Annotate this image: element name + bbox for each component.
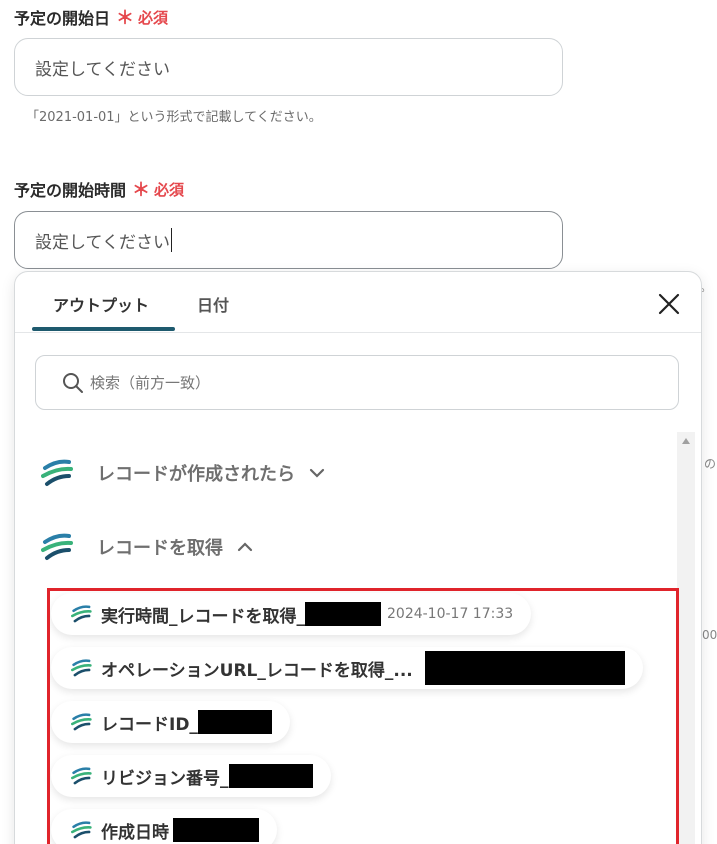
group-record-created[interactable]: レコードが作成されたら (41, 458, 325, 488)
search-input[interactable]: 検索（前方一致） (35, 355, 679, 410)
background-text-fragment: の (704, 457, 717, 471)
start-date-label: 予定の開始日 ＊ 必須 (14, 4, 168, 30)
start-date-label-text: 予定の開始日 (14, 9, 111, 28)
scroll-up-arrow-icon[interactable] (682, 438, 690, 444)
chevron-down-icon (309, 468, 325, 478)
variable-picker-popover: アウトプット 日付 検索（前方一致） レコードが作成されたら レコードを取得 実… (14, 271, 702, 844)
start-time-label-text: 予定の開始時間 (14, 181, 127, 200)
group-label: レコードを取得 (97, 538, 223, 559)
start-date-hint: 「2021-01-01」という形式で記載してください。 (26, 110, 322, 125)
start-time-input[interactable]: 設定してください (14, 211, 563, 269)
tab-bar: アウトプット 日付 (15, 272, 701, 333)
required-text: 必須 (138, 8, 169, 27)
required-text: 必須 (154, 180, 185, 199)
start-date-input[interactable]: 設定してください (14, 38, 563, 96)
start-date-placeholder: 設定してください (35, 59, 170, 80)
required-asterisk: ＊ (116, 8, 135, 29)
group-get-record[interactable]: レコードを取得 (41, 532, 253, 562)
highlight-box (47, 588, 679, 844)
search-placeholder: 検索（前方一致） (90, 374, 211, 392)
close-icon[interactable] (657, 292, 681, 316)
group-label: レコードが作成されたら (97, 464, 295, 485)
chevron-up-icon (237, 542, 253, 552)
tab-output[interactable]: アウトプット (53, 292, 149, 316)
text-caret (170, 228, 172, 252)
required-asterisk: ＊ (132, 180, 151, 201)
search-icon (63, 372, 83, 393)
start-time-value: 設定してください (35, 232, 170, 253)
active-tab-indicator (32, 327, 175, 331)
scrollbar[interactable] (677, 432, 695, 844)
tab-date[interactable]: 日付 (197, 292, 229, 316)
start-time-label: 予定の開始時間 ＊ 必須 (14, 176, 184, 202)
background-text-fragment: 00 (702, 628, 717, 642)
yoom-logo-icon (41, 533, 73, 560)
yoom-logo-icon (41, 459, 73, 486)
